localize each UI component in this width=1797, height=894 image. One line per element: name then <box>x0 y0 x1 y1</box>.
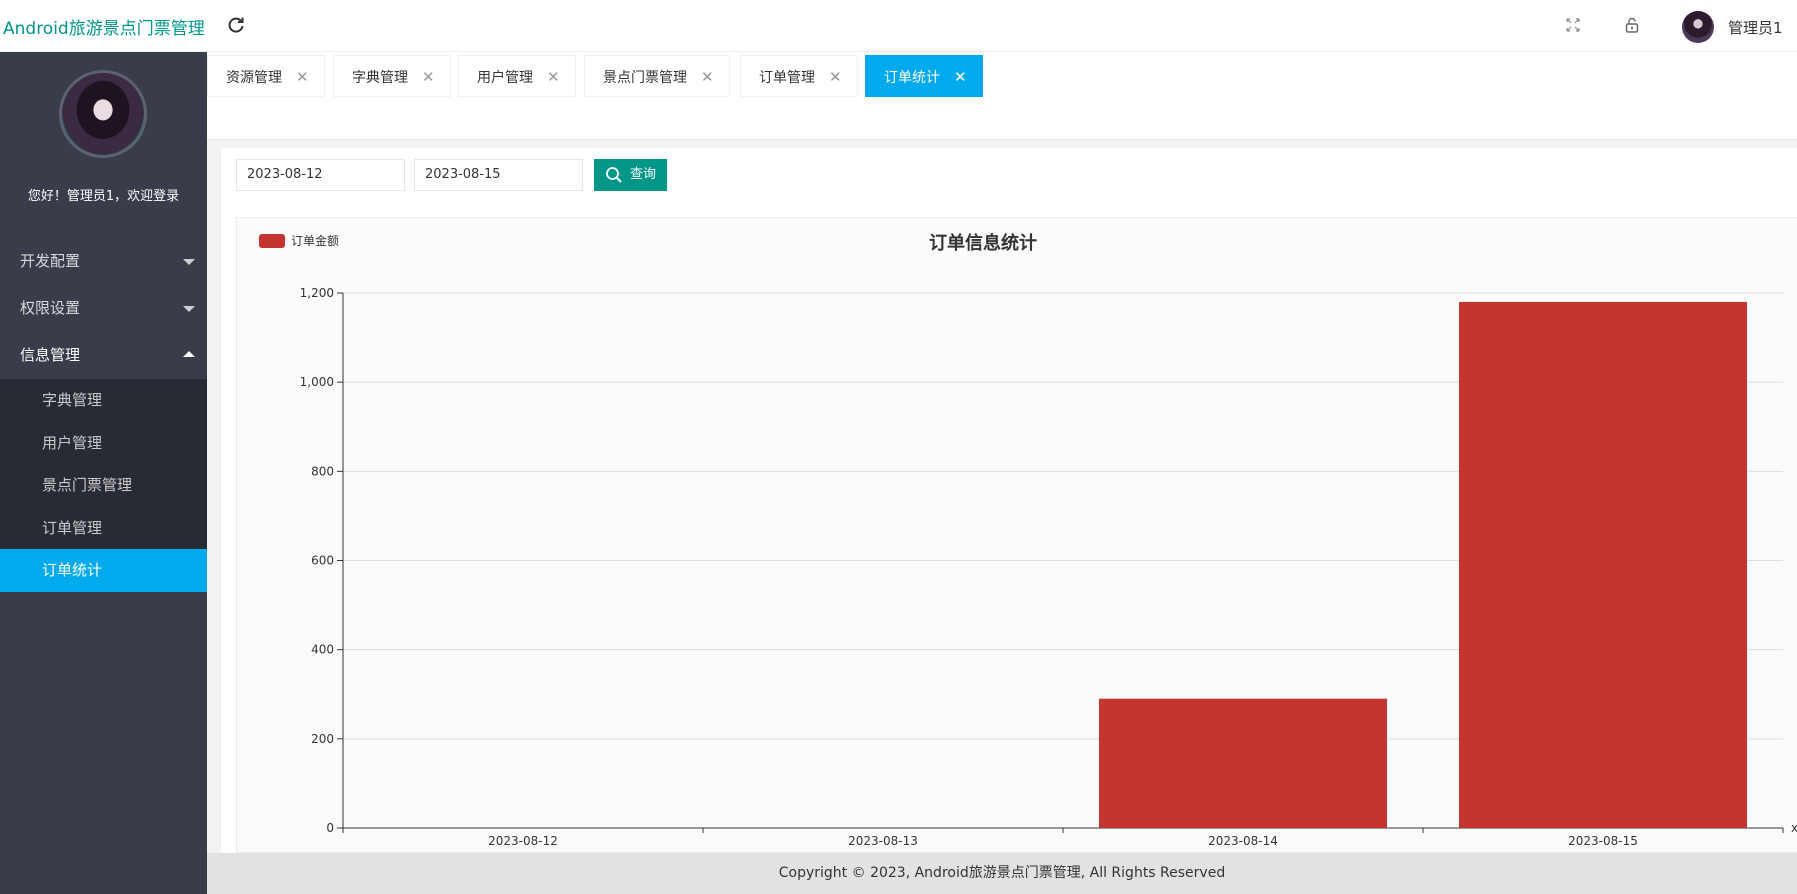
tabs-bar: 资源管理 ✕ 字典管理 ✕ 用户管理 ✕ 景点门票管理 ✕ 订单管理 ✕ 订单统计 ✕ <box>207 52 1797 140</box>
content-area: 2023-08-12 2023-08-15 查询 订单信息统计 订单金额 0 200 4… <box>207 140 1797 853</box>
top-bar: Android旅游景点门票管理 管理员1 <box>0 0 1797 52</box>
tab-label: 订单管理 <box>759 70 815 86</box>
sidebar-item-order-stats[interactable]: 订单统计 <box>0 549 207 592</box>
menu-label: 信息管理 <box>20 346 81 364</box>
sidebar-item-tickets[interactable]: 景点门票管理 <box>0 464 207 507</box>
tab-dictionary[interactable]: 字典管理 ✕ <box>333 55 451 97</box>
close-icon[interactable]: ✕ <box>547 68 560 86</box>
y-tick-label: 400 <box>311 643 334 657</box>
chevron-up-icon <box>183 351 195 357</box>
end-date-input[interactable]: 2023-08-15 <box>414 159 583 191</box>
menu-label: 开发配置 <box>20 252 81 270</box>
admin-name[interactable]: 管理员1 <box>1728 17 1783 38</box>
tab-label: 字典管理 <box>352 70 408 86</box>
order-chart: 订单信息统计 订单金额 0 200 400 600 800 1,000 1,200 2023-08… <box>236 217 1797 853</box>
query-label: 查询 <box>630 167 657 182</box>
sidebar-menu: 开发配置 权限设置 信息管理 字典管理 用户管理 景点门票管理 订单管理 订单统… <box>0 238 207 592</box>
sidebar-item-users[interactable]: 用户管理 <box>0 422 207 465</box>
menu-dev-config[interactable]: 开发配置 <box>0 238 207 285</box>
stats-panel: 2023-08-12 2023-08-15 查询 订单信息统计 订单金额 0 200 4… <box>221 148 1797 853</box>
tab-label: 资源管理 <box>226 70 282 86</box>
y-tick-label: 1,200 <box>300 286 334 300</box>
chevron-down-icon <box>183 259 195 265</box>
footer: Copyright © 2023, Android旅游景点门票管理, All R… <box>207 853 1797 894</box>
x-tick-label: 2023-08-14 <box>1208 834 1278 848</box>
legend-swatch <box>259 234 285 248</box>
fullscreen-icon[interactable] <box>1564 16 1582 34</box>
y-tick-label: 0 <box>326 821 334 835</box>
sidebar: 您好！管理员1，欢迎登录 开发配置 权限设置 信息管理 字典管理 用户管理 景点… <box>0 52 207 894</box>
y-tick-label: 800 <box>311 464 334 478</box>
x-tick-label: 2023-08-12 <box>488 834 558 848</box>
chart-title: 订单信息统计 <box>929 232 1037 254</box>
tab-users[interactable]: 用户管理 ✕ <box>458 55 576 97</box>
tab-label: 景点门票管理 <box>603 70 687 86</box>
bar <box>1099 698 1387 828</box>
x-tick-label: 2023-08-15 <box>1568 834 1638 848</box>
tab-label: 用户管理 <box>477 70 533 86</box>
refresh-icon[interactable] <box>226 15 246 35</box>
sidebar-item-orders[interactable]: 订单管理 <box>0 507 207 550</box>
welcome-text: 您好！管理员1，欢迎登录 <box>27 189 180 204</box>
legend-label: 订单金额 <box>291 233 339 248</box>
start-date-input[interactable]: 2023-08-12 <box>236 159 405 191</box>
y-tick-label: 600 <box>311 554 334 568</box>
close-icon[interactable]: ✕ <box>296 68 309 86</box>
close-icon[interactable]: ✕ <box>829 68 842 86</box>
tab-orders[interactable]: 订单管理 ✕ <box>740 55 858 97</box>
close-icon[interactable]: ✕ <box>701 68 714 86</box>
tab-label: 订单统计 <box>884 70 940 86</box>
tab-order-stats[interactable]: 订单统计 ✕ <box>865 55 983 97</box>
chart-svg: 订单信息统计 订单金额 0 200 400 600 800 1,000 1,200 2023-08… <box>259 232 1797 848</box>
x-axis-label: x <box>1791 821 1797 835</box>
menu-permission[interactable]: 权限设置 <box>0 285 207 332</box>
menu-label: 权限设置 <box>20 299 81 317</box>
tab-tickets[interactable]: 景点门票管理 ✕ <box>584 55 730 97</box>
y-tick-label: 200 <box>311 732 334 746</box>
y-tick-label: 1,000 <box>300 375 334 389</box>
submenu-info: 字典管理 用户管理 景点门票管理 订单管理 订单统计 <box>0 379 207 592</box>
sidebar-item-dictionary[interactable]: 字典管理 <box>0 379 207 422</box>
x-tick-label: 2023-08-13 <box>848 834 918 848</box>
menu-info-manage[interactable]: 信息管理 <box>0 332 207 379</box>
query-button[interactable]: 查询 <box>594 159 667 191</box>
close-icon[interactable]: ✕ <box>954 68 967 86</box>
lock-icon[interactable] <box>1623 16 1641 34</box>
tab-resources[interactable]: 资源管理 ✕ <box>207 55 325 97</box>
bar <box>1459 301 1747 829</box>
search-icon <box>606 167 622 183</box>
close-icon[interactable]: ✕ <box>422 68 435 86</box>
admin-avatar[interactable] <box>1682 11 1714 43</box>
chevron-down-icon <box>183 306 195 312</box>
user-avatar <box>59 70 147 158</box>
app-title[interactable]: Android旅游景点门票管理 <box>3 14 205 39</box>
